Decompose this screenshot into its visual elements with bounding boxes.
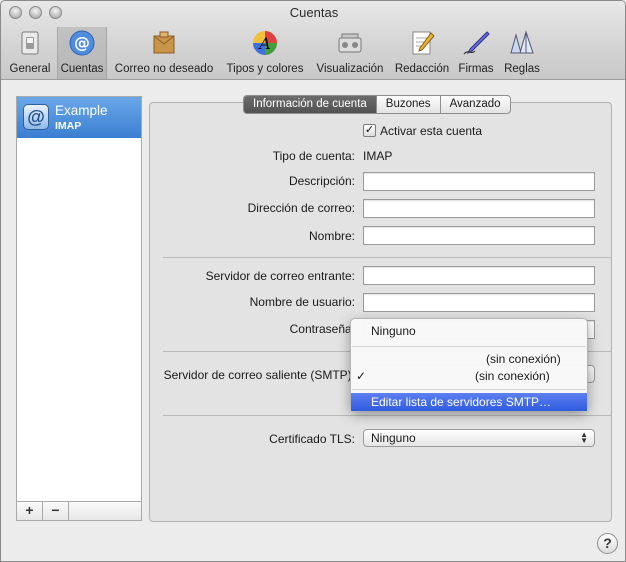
account-info-panel <box>149 102 612 522</box>
preferences-window: Cuentas General @ Cuentas Correo no dese… <box>0 0 626 562</box>
username-label: Nombre de usuario: <box>249 295 355 309</box>
account-type-value: IMAP <box>363 149 393 163</box>
enable-account-label: Activar esta cuenta <box>380 124 483 138</box>
smtp-menu-item-edit-list[interactable]: Editar lista de servidores SMTP… <box>351 393 587 411</box>
account-type: IMAP <box>55 120 82 132</box>
account-type-label: Tipo de cuenta: <box>272 149 355 163</box>
junk-mail-icon <box>153 31 175 54</box>
account-list-item[interactable]: @ Example IMAP <box>17 97 141 138</box>
toolbar-label: Reglas <box>504 63 540 75</box>
smtp-server-menu: Ninguno (sin conexión) ✓ (sin conexión) … <box>350 318 588 411</box>
smtp-menu-item-none[interactable]: Ninguno <box>351 322 587 340</box>
toolbar-label: Correo no deseado <box>114 63 214 75</box>
toolbar-item-general[interactable]: General <box>7 27 53 79</box>
toolbar-label: General <box>9 63 51 75</box>
svg-text:A: A <box>257 34 271 53</box>
email-label: Dirección de correo: <box>247 201 355 215</box>
description-field[interactable] <box>363 172 595 191</box>
menu-separator <box>352 346 586 347</box>
help-button[interactable]: ? <box>597 533 618 554</box>
toolbar: Cuentas General @ Cuentas Correo no dese… <box>1 1 625 80</box>
toolbar-item-viewing[interactable]: Visualización <box>313 27 387 79</box>
account-name: Example <box>55 103 108 118</box>
font-colors-icon: A <box>253 31 277 55</box>
composing-icon <box>412 31 435 55</box>
svg-text:@: @ <box>74 33 90 52</box>
tab-mailboxes[interactable]: Buzones <box>375 96 440 113</box>
toolbar-item-rules[interactable]: Reglas <box>501 27 543 79</box>
tls-certificate-label: Certificado TLS: <box>269 432 355 446</box>
toolbar-label: Redacción <box>394 63 450 75</box>
at-sign-icon: @ <box>69 30 95 56</box>
toolbar-label: Tipos y colores <box>226 63 304 75</box>
toolbar-item-composing[interactable]: Redacción <box>393 27 451 79</box>
password-label: Contraseña: <box>289 322 355 336</box>
at-sign-icon: @ <box>23 104 49 130</box>
viewing-icon <box>338 33 362 53</box>
account-list-footer: + − <box>17 501 141 520</box>
section-divider <box>163 415 611 416</box>
section-divider <box>163 257 611 258</box>
toolbar-label: Cuentas <box>60 63 104 75</box>
incoming-server-field[interactable] <box>363 266 595 285</box>
rules-icon <box>510 30 534 54</box>
tab-advanced[interactable]: Avanzado <box>439 96 510 113</box>
toolbar-item-junk-mail[interactable]: Correo no deseado <box>111 27 217 79</box>
incoming-server-label: Servidor de correo entrante: <box>205 269 355 283</box>
toolbar-label: Firmas <box>458 63 494 75</box>
add-account-button[interactable]: + <box>17 502 43 520</box>
tls-certificate-value: Ninguno <box>371 431 416 445</box>
full-name-field[interactable] <box>363 226 595 245</box>
full-name-label: Nombre: <box>308 229 355 243</box>
signature-pen-icon <box>463 31 490 55</box>
toolbar-item-accounts[interactable]: @ Cuentas <box>57 27 107 79</box>
toolbar-item-fonts-colors[interactable]: A Tipos y colores <box>223 27 307 79</box>
remove-account-button[interactable]: − <box>43 502 69 520</box>
email-field[interactable] <box>363 199 595 218</box>
menu-separator <box>352 389 586 390</box>
tab-bar: Información de cuenta Buzones Avanzado <box>243 95 511 114</box>
username-field[interactable] <box>363 293 595 312</box>
toolbar-label: Visualización <box>316 63 384 75</box>
checkmark-icon: ✓ <box>356 369 367 383</box>
toolbar-item-signatures[interactable]: Firmas <box>455 27 497 79</box>
smtp-menu-item-offline-checked[interactable]: ✓ (sin conexión) <box>351 367 587 385</box>
tab-account-info[interactable]: Información de cuenta <box>244 96 376 113</box>
enable-account-checkbox[interactable]: ✓ <box>363 124 376 137</box>
smtp-label: Servidor de correo saliente (SMTP): <box>163 368 355 382</box>
account-list: @ Example IMAP + − <box>16 96 142 521</box>
switch-icon <box>21 31 39 55</box>
description-label: Descripción: <box>288 174 355 188</box>
smtp-menu-item-offline[interactable]: (sin conexión) <box>351 350 587 368</box>
popup-arrows-icon: ▲ ▼ <box>580 430 588 445</box>
tls-certificate-popup[interactable]: Ninguno ▲ ▼ <box>363 429 595 447</box>
window-title: Cuentas <box>289 5 339 20</box>
menu-item-label: (sin conexión) <box>475 369 550 383</box>
